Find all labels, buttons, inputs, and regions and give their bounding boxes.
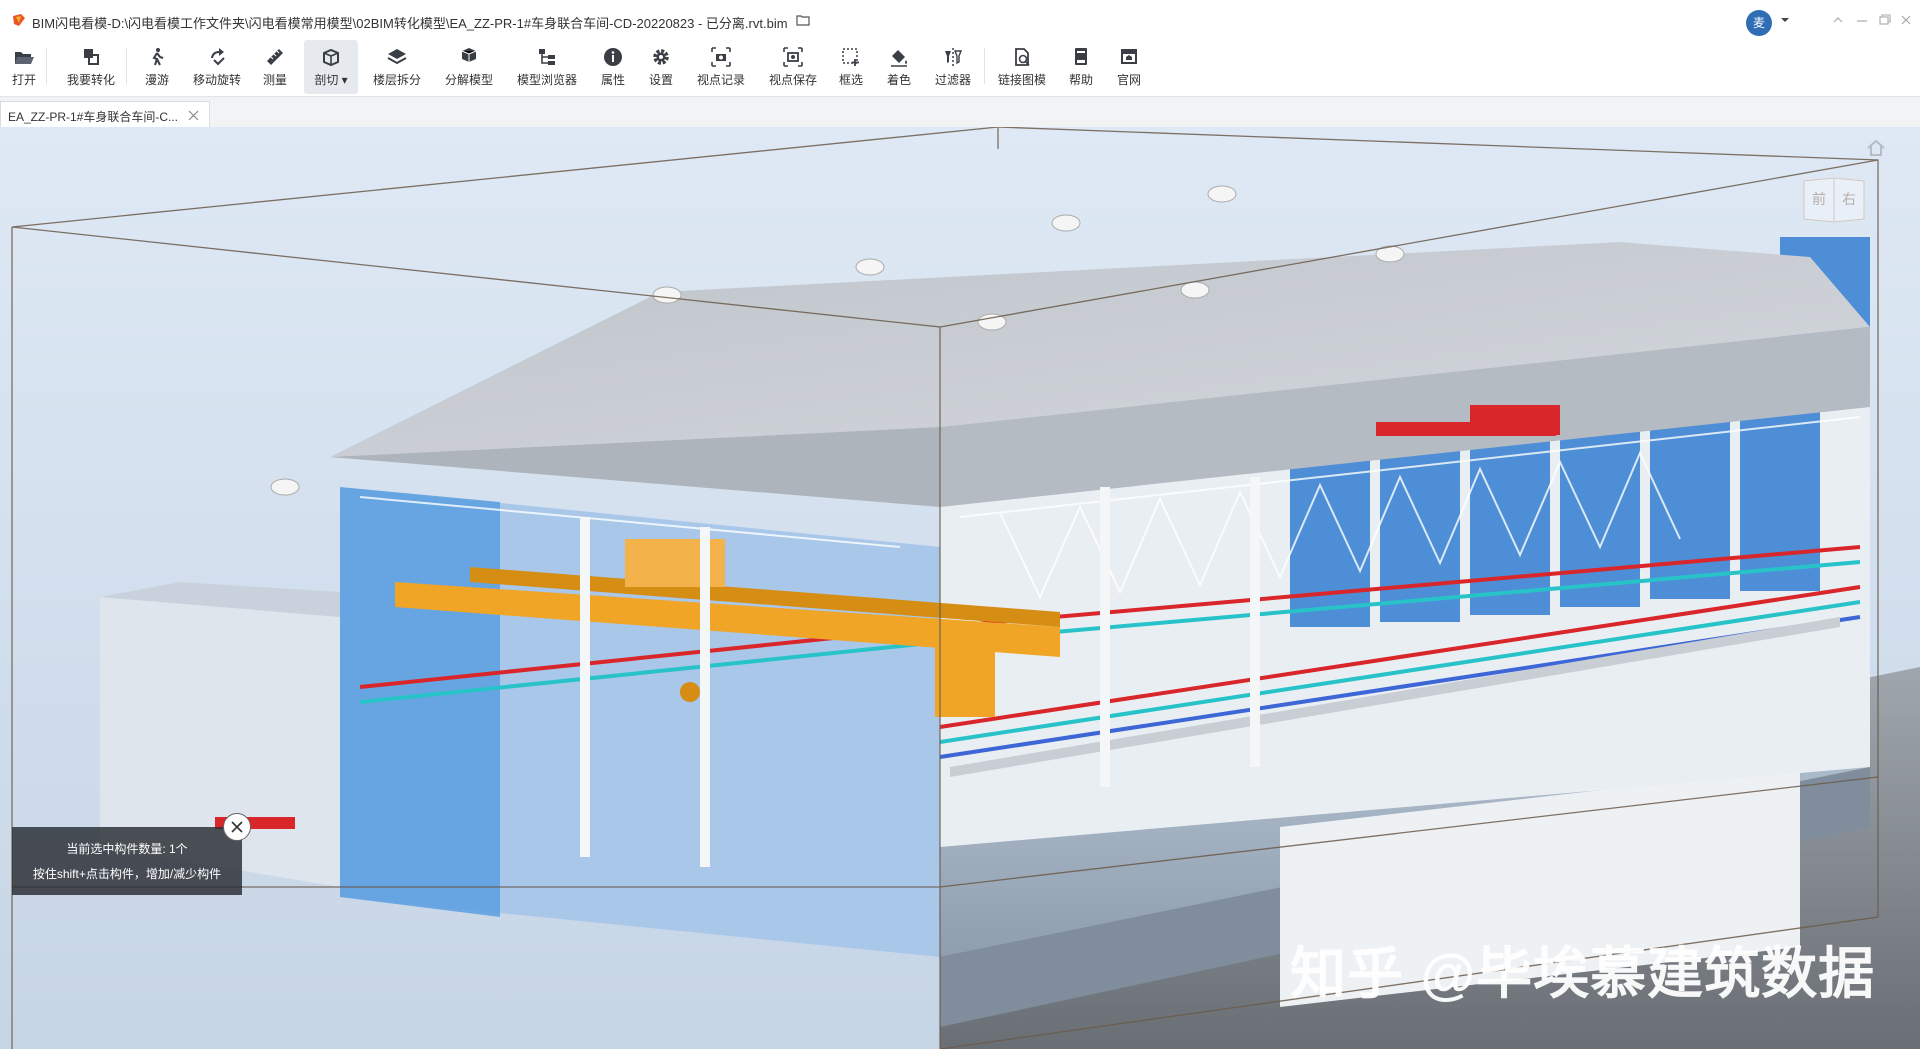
minimize-icon[interactable] — [1854, 12, 1870, 28]
view-cube-right-face[interactable]: 右 — [1842, 189, 1856, 209]
filter-icon — [945, 48, 963, 66]
box-select-icon — [842, 48, 859, 66]
status-close-button[interactable] — [223, 813, 251, 841]
paint-bucket-icon — [891, 50, 907, 67]
section-box-icon — [323, 48, 339, 67]
selection-status-panel: 当前选中构件数量: 1个 按住shift+点击构件，增加/减少构件 — [12, 827, 242, 895]
view-cube-front-face[interactable]: 前 — [1812, 189, 1826, 209]
close-icon — [231, 821, 243, 833]
3d-viewport[interactable]: 前 右 知乎 @毕埃慕建筑数据 — [0, 127, 1920, 1049]
info-icon — [604, 48, 622, 66]
toolbar-separator — [126, 48, 127, 84]
document-tab[interactable]: EA_ZZ-PR-1#车身联合车间-C... — [0, 101, 210, 128]
open-button[interactable]: 打开 — [6, 40, 42, 94]
properties-button[interactable]: 属性 — [596, 40, 630, 94]
layers-icon — [387, 49, 407, 65]
section-label: 剖切 — [314, 73, 339, 87]
chevron-down-icon[interactable] — [1780, 16, 1790, 24]
link-icon — [1015, 48, 1030, 66]
camera-record-icon — [711, 47, 731, 67]
website-icon — [1121, 49, 1137, 64]
camera-save-icon — [783, 47, 803, 67]
settings-button[interactable]: 设置 — [644, 40, 678, 94]
help-book-icon — [1075, 48, 1087, 65]
close-icon[interactable] — [188, 110, 199, 121]
title-bar: BIM闪电看模-D:\闪电看模工作文件夹\闪电看模常用模型\02BIM转化模型\… — [0, 0, 1920, 40]
ruler-icon — [267, 49, 283, 65]
watermark-text: 知乎 @毕埃慕建筑数据 — [1290, 942, 1876, 1005]
move-rotate-button[interactable]: 移动旋转 — [188, 40, 246, 94]
bim-model-render[interactable] — [0, 127, 1920, 1049]
box-select-button[interactable]: 框选 — [834, 40, 868, 94]
explode-model-button[interactable]: 分解模型 — [442, 40, 496, 94]
link-drawing-model-button[interactable]: 链接图模 — [994, 40, 1050, 94]
viewpoint-save-button[interactable]: 视点保存 — [766, 40, 820, 94]
help-button[interactable]: 帮助 — [1064, 40, 1098, 94]
document-tab-label: EA_ZZ-PR-1#车身联合车间-C... — [8, 110, 179, 124]
app-logo-icon — [13, 14, 25, 26]
view-cube-outline — [1803, 177, 1865, 223]
floor-split-button[interactable]: 楼层拆分 — [370, 40, 424, 94]
open-folder-icon[interactable] — [796, 14, 810, 26]
rotate-icon — [211, 48, 225, 66]
website-button[interactable]: 官网 — [1112, 40, 1146, 94]
restore-icon[interactable] — [1876, 12, 1892, 28]
folder-open-icon — [15, 52, 34, 64]
selected-count-text: 当前选中构件数量: 1个 — [66, 842, 188, 856]
filter-button[interactable]: 过滤器 — [930, 40, 976, 94]
color-button[interactable]: 着色 — [882, 40, 916, 94]
convert-button[interactable]: 我要转化 — [62, 40, 120, 94]
main-toolbar: 打开 我要转化 漫游 移动旋转 测量 剖切 ▾ 楼层拆分 分解模型 模型浏览器 … — [0, 40, 1920, 96]
walk-button[interactable]: 漫游 — [140, 40, 174, 94]
walk-icon — [152, 48, 164, 66]
document-tab-strip: EA_ZZ-PR-1#车身联合车间-C... — [0, 96, 1920, 128]
convert-icon — [84, 49, 99, 65]
view-cube[interactable]: 前 右 — [1800, 177, 1868, 223]
model-browser-button[interactable]: 模型浏览器 — [514, 40, 580, 94]
explode-icon — [461, 48, 477, 62]
close-icon[interactable] — [1898, 12, 1914, 28]
section-button[interactable]: 剖切 ▾ — [304, 40, 358, 94]
selection-hint-text: 按住shift+点击构件，增加/减少构件 — [32, 867, 222, 881]
toolbar-separator — [46, 48, 47, 84]
gear-icon — [653, 49, 669, 65]
tree-icon — [539, 49, 555, 65]
home-icon[interactable] — [1866, 139, 1886, 157]
toolbar-separator — [984, 48, 985, 84]
measure-button[interactable]: 测量 — [258, 40, 292, 94]
viewpoint-record-button[interactable]: 视点记录 — [694, 40, 748, 94]
window-title: BIM闪电看模-D:\闪电看模工作文件夹\闪电看模常用模型\02BIM转化模型\… — [32, 16, 788, 31]
collapse-icon[interactable] — [1830, 12, 1846, 28]
user-avatar[interactable]: 麦 — [1746, 10, 1772, 36]
